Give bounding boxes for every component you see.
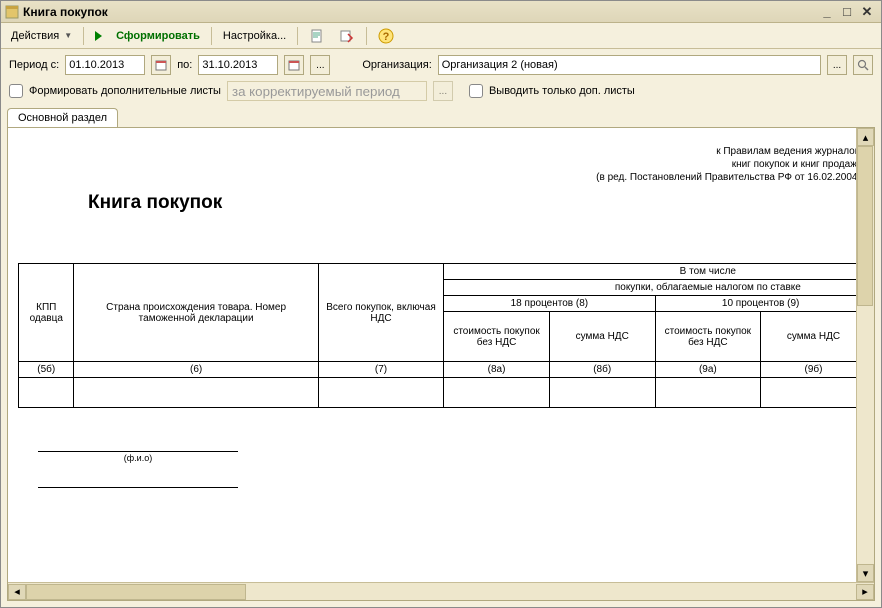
form-button[interactable]: Сформировать (110, 28, 206, 44)
scroll-up-icon[interactable]: ▴ (857, 128, 874, 146)
params-panel: Период с: по: ... Организация: ... Форми… (1, 49, 881, 105)
scroll-down-icon[interactable]: ▾ (857, 564, 874, 582)
window-title: Книга покупок (23, 5, 108, 19)
export-icon (339, 28, 355, 44)
only-addl-checkbox[interactable] (469, 84, 483, 98)
play-icon (95, 31, 102, 41)
maximize-button[interactable]: □ (837, 4, 857, 20)
horizontal-scrollbar[interactable]: ◂ ▸ (8, 582, 874, 600)
org-input[interactable] (438, 55, 821, 75)
titlebar: Книга покупок _ □ ✕ (1, 1, 881, 23)
period-from-label: Период с: (9, 59, 59, 71)
table-row (19, 378, 857, 408)
settings-button[interactable]: Настройка... (217, 28, 292, 44)
calendar-icon (155, 59, 167, 71)
minimize-button[interactable]: _ (817, 4, 837, 20)
form-addl-checkbox[interactable] (9, 84, 23, 98)
doc-title: Книга покупок (88, 192, 856, 214)
period-to-label: по: (177, 59, 192, 71)
period-select-button[interactable]: ... (310, 55, 330, 75)
vertical-scrollbar[interactable]: ▴ ▾ (856, 128, 874, 582)
tabs: Основной раздел (1, 105, 881, 127)
content-area: Приложение N 2 к Правилам ведения журнал… (7, 127, 875, 601)
form-addl-label: Формировать дополнительные листы (29, 85, 221, 97)
org-select-button[interactable]: ... (827, 55, 847, 75)
purchase-table-real: КПП одавца Страна происхождения товара. … (18, 263, 856, 408)
document-icon (309, 28, 325, 44)
v-scroll-thumb[interactable] (857, 146, 873, 306)
document-scroll[interactable]: Приложение N 2 к Правилам ведения журнал… (8, 128, 856, 582)
calendar-icon (288, 59, 300, 71)
org-label: Организация: (362, 59, 431, 71)
addl-select-button: ... (433, 81, 453, 101)
svg-text:?: ? (383, 31, 390, 43)
dropdown-icon: ▼ (64, 31, 72, 40)
actions-menu[interactable]: Действия ▼ (5, 28, 78, 44)
only-addl-label: Выводить только доп. листы (489, 85, 635, 97)
calendar-to-button[interactable] (284, 55, 304, 75)
legal-block: Приложение N 2 к Правилам ведения журнал… (18, 132, 856, 184)
tab-main[interactable]: Основной раздел (7, 108, 118, 128)
scroll-left-icon[interactable]: ◂ (8, 584, 26, 600)
help-icon: ? (378, 28, 394, 44)
period-from-input[interactable] (65, 55, 145, 75)
period-to-input[interactable] (198, 55, 278, 75)
search-icon (857, 59, 869, 71)
addl-period-input (227, 81, 427, 101)
signature-block: (ф.и.о) (18, 438, 856, 488)
close-button[interactable]: ✕ (857, 4, 877, 20)
play-button[interactable] (89, 29, 108, 43)
scroll-right-icon[interactable]: ▸ (856, 584, 874, 600)
tool-icon-2[interactable] (333, 26, 361, 46)
calendar-from-button[interactable] (151, 55, 171, 75)
org-search-button[interactable] (853, 55, 873, 75)
h-scroll-thumb[interactable] (26, 584, 246, 600)
toolbar: Действия ▼ Сформировать Настройка... ? (1, 23, 881, 49)
column-numbers-row: (5б) (6) (7) (8а) (8б) (9а) (9б) (10) (1… (19, 362, 857, 378)
window-icon (5, 5, 19, 19)
tool-icon-1[interactable] (303, 26, 331, 46)
help-button[interactable]: ? (372, 26, 400, 46)
